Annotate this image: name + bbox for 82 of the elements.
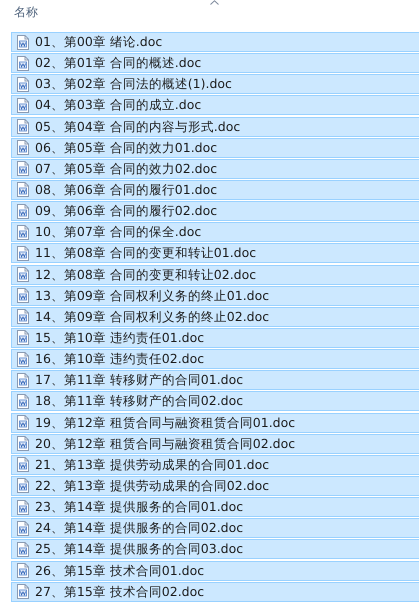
file-row[interactable]: 16、第10章 违约责任02.doc [11,349,419,370]
word-document-icon [17,98,29,113]
word-document-icon [17,161,29,176]
file-row[interactable]: 04、第03章 合同的成立.doc [11,95,419,116]
file-row[interactable]: 17、第11章 转移财产的合同01.doc [11,370,419,390]
file-row[interactable]: 20、第12章 租赁合同与融资租赁合同02.doc [11,434,419,454]
word-document-icon [17,372,29,388]
file-row[interactable]: 05、第04章 合同的内容与形式.doc [11,116,419,137]
file-name: 12、第08章 合同的变更和转让02.doc [35,266,256,283]
file-name: 01、第00章 绪论.doc [35,34,162,50]
word-document-icon [17,267,29,282]
word-document-icon [17,478,29,494]
file-row[interactable]: 06、第05章 合同的效力01.doc [11,138,419,158]
word-document-icon [17,76,29,92]
file-name: 18、第11章 转移财产的合同02.doc [35,393,244,410]
file-row[interactable]: 01、第00章 绪论.doc [11,32,419,52]
file-name: 16、第10章 违约责任02.doc [35,351,204,368]
file-name: 06、第05章 合同的效力01.doc [35,140,218,156]
file-name: 22、第13章 提供劳动成果的合同02.doc [35,478,270,494]
word-document-icon [17,56,29,71]
file-row[interactable]: 10、第07章 合同的保全.doc [11,222,419,242]
word-document-icon [17,352,29,367]
file-name: 23、第14章 提供服务的合同01.doc [35,499,244,516]
word-document-icon [17,436,29,452]
file-row[interactable]: 09、第06章 合同的履行02.doc [11,201,419,222]
word-document-icon [17,415,29,430]
file-name: 04、第03章 合同的成立.doc [35,97,202,114]
file-row[interactable]: 13、第09章 合同权利义务的终止01.doc [11,286,419,306]
file-name: 20、第12章 租赁合同与融资租赁合同02.doc [35,436,296,452]
file-row[interactable]: 08、第06章 合同的履行01.doc [11,180,419,200]
file-name: 24、第14章 提供服务的合同02.doc [35,520,244,536]
file-name: 05、第04章 合同的内容与形式.doc [35,118,240,135]
file-name: 25、第14章 提供服务的合同03.doc [35,541,244,558]
word-document-icon [17,288,29,304]
word-document-icon [17,140,29,156]
word-document-icon [17,520,29,536]
file-name: 27、第15章 技术合同02.doc [35,584,204,600]
word-document-icon [17,500,29,515]
word-document-icon [17,182,29,198]
file-name: 10、第07章 合同的保全.doc [35,224,202,240]
word-document-icon [17,119,29,134]
file-name: 09、第06章 合同的履行02.doc [35,203,218,220]
file-row[interactable]: 02、第01章 合同的概述.doc [11,53,419,74]
file-name: 03、第02章 合同法的概述(1).doc [35,76,232,92]
word-document-icon [17,224,29,240]
word-document-icon [17,542,29,557]
file-name: 21、第13章 提供劳动成果的合同01.doc [35,456,270,473]
file-row[interactable]: 07、第05章 合同的效力02.doc [11,158,419,179]
file-row[interactable]: 25、第14章 提供服务的合同03.doc [11,539,419,560]
name-column-header[interactable]: 名称 [14,5,38,19]
file-name: 15、第10章 违约责任01.doc [35,330,204,346]
file-name: 26、第15章 技术合同01.doc [35,562,204,579]
file-row[interactable]: 11、第08章 合同的变更和转让01.doc [11,243,419,264]
file-row[interactable]: 26、第15章 技术合同01.doc [11,560,419,581]
file-row[interactable]: 23、第14章 提供服务的合同01.doc [11,497,419,518]
file-row[interactable]: 24、第14章 提供服务的合同02.doc [11,518,419,538]
file-row[interactable]: 19、第12章 租赁合同与融资租赁合同01.doc [11,412,419,433]
file-name: 13、第09章 合同权利义务的终止01.doc [35,288,270,304]
file-row[interactable]: 22、第13章 提供劳动成果的合同02.doc [11,476,419,496]
file-row[interactable]: 21、第13章 提供劳动成果的合同01.doc [11,454,419,475]
file-name: 02、第01章 合同的概述.doc [35,55,202,72]
file-row[interactable]: 27、第15章 技术合同02.doc [11,582,419,602]
file-row[interactable]: 18、第11章 转移财产的合同02.doc [11,391,419,412]
word-document-icon [17,563,29,578]
word-document-icon [17,394,29,409]
file-name: 17、第11章 转移财产的合同01.doc [35,372,244,388]
word-document-icon [17,246,29,261]
file-name: 19、第12章 租赁合同与融资租赁合同01.doc [35,414,296,431]
file-name: 07、第05章 合同的效力02.doc [35,160,218,177]
word-document-icon [17,457,29,472]
file-row[interactable]: 14、第09章 合同权利义务的终止02.doc [11,306,419,327]
file-name: 11、第08章 合同的变更和转让01.doc [35,245,256,262]
file-name: 14、第09章 合同权利义务的终止02.doc [35,308,270,325]
word-document-icon [17,309,29,324]
file-row[interactable]: 12、第08章 合同的变更和转让02.doc [11,264,419,285]
word-document-icon [17,34,29,50]
word-document-icon [17,204,29,219]
word-document-icon [17,330,29,346]
file-row[interactable]: 15、第10章 违约责任01.doc [11,328,419,348]
word-document-icon [17,584,29,600]
file-row[interactable]: 03、第02章 合同法的概述(1).doc [11,74,419,94]
file-name: 08、第06章 合同的履行01.doc [35,182,218,198]
